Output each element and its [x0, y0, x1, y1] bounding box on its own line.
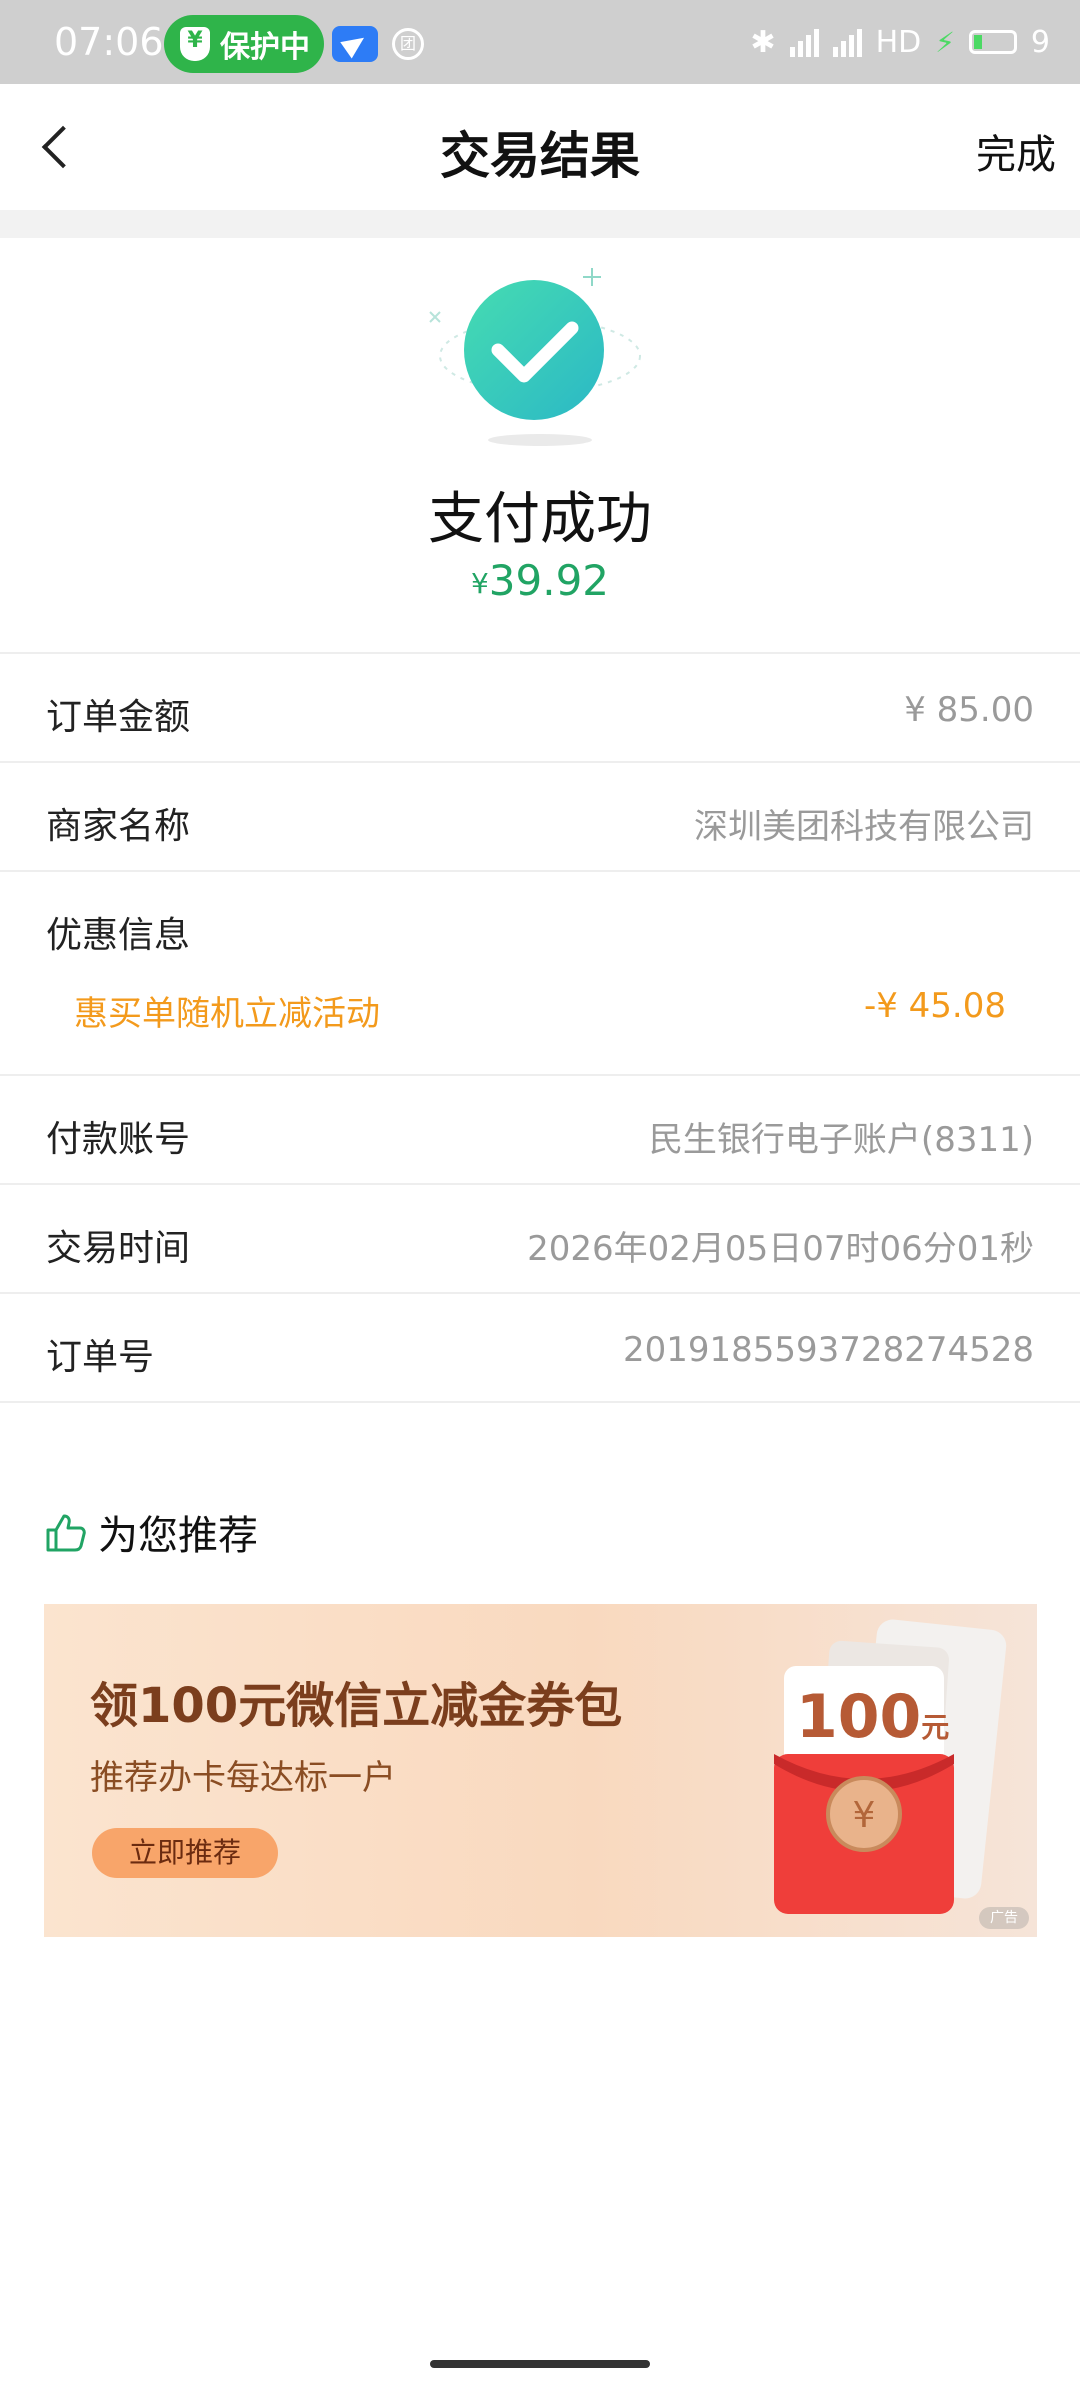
detail-row-account: 付款账号 民生银行电子账户(8311) — [0, 1074, 1080, 1183]
detail-row-order-number: 订单号 2019185593728274528 — [0, 1292, 1080, 1401]
promotion-discount: -¥ 45.08 — [863, 986, 1006, 1026]
recommend-header: 为您推荐 — [44, 1504, 258, 1560]
section-divider — [0, 210, 1080, 238]
detail-value: 民生银行电子账户(8311) — [648, 1120, 1034, 1160]
detail-value: 2026年02月05日07时06分01秒 — [527, 1229, 1034, 1269]
done-button[interactable]: 完成 — [976, 122, 1056, 180]
detail-value: 深圳美团科技有限公司 — [694, 807, 1034, 847]
thumbs-up-icon — [46, 1514, 86, 1552]
amount-value: 39.92 — [488, 556, 610, 605]
status-indicators: ✱ HD ⚡ 9 — [750, 22, 1050, 62]
detail-value: ¥ 85.00 — [904, 690, 1034, 730]
success-check-icon — [429, 268, 641, 446]
detail-label: 订单金额 — [46, 697, 191, 738]
payment-status: 支付成功 — [428, 487, 652, 552]
red-envelope-icon: ¥ — [774, 1619, 1007, 1914]
detail-label: 优惠信息 — [46, 915, 191, 956]
row-divider — [0, 1401, 1080, 1403]
shield-icon — [180, 27, 210, 61]
detail-label: 商家名称 — [46, 806, 191, 847]
payment-amount: ¥39.92 — [0, 556, 1080, 605]
detail-label: 订单号 — [46, 1337, 155, 1378]
card-unit: 元 — [921, 1711, 950, 1744]
battery-icon — [968, 30, 1017, 54]
signal-icon — [789, 27, 819, 57]
detail-row-time: 交易时间 2026年02月05日07时06分01秒 — [0, 1183, 1080, 1292]
banner-subtitle: 推荐办卡每达标一户 — [90, 1758, 396, 1798]
home-indicator[interactable] — [430, 2360, 650, 2368]
status-time: 07:06 — [54, 20, 164, 64]
top-nav-bar: 交易结果 完成 — [0, 84, 1080, 210]
promo-banner[interactable]: 领100元微信立减金券包 推荐办卡每达标一户 立即推荐 ¥ 100元 广告 — [44, 1604, 1037, 1937]
meituan-icon: 团 — [392, 28, 424, 60]
detail-row-promotion: 优惠信息 惠买单随机立减活动 -¥ 45.08 — [0, 870, 1080, 1074]
card-value-label: 100元 — [796, 1682, 949, 1752]
protection-badge[interactable]: 保护中 — [164, 15, 324, 73]
ad-label: 广告 — [979, 1907, 1029, 1929]
promotion-name: 惠买单随机立减活动 — [74, 994, 380, 1034]
payment-result-page: 07:06 保护中 团 ✱ HD ⚡ 9 交易结果 完成 — [0, 0, 1080, 2400]
signal-icon-2 — [832, 27, 862, 57]
currency-symbol: ¥ — [470, 567, 489, 600]
transaction-details: 订单金额 ¥ 85.00 商家名称 深圳美团科技有限公司 优惠信息 惠买单随机立… — [0, 652, 1080, 1403]
page-title: 交易结果 — [440, 127, 640, 185]
detail-row-order-amount: 订单金额 ¥ 85.00 — [0, 652, 1080, 761]
detail-label: 交易时间 — [46, 1228, 191, 1269]
recommend-title: 为您推荐 — [98, 1513, 258, 1559]
detail-value: 2019185593728274528 — [622, 1330, 1034, 1370]
recommend-now-button[interactable]: 立即推荐 — [92, 1828, 278, 1878]
navigation-icon — [332, 26, 378, 62]
bluetooth-icon: ✱ — [750, 24, 776, 60]
charging-icon: ⚡ — [935, 25, 955, 59]
detail-row-merchant: 商家名称 深圳美团科技有限公司 — [0, 761, 1080, 870]
banner-title: 领100元微信立减金券包 — [90, 1678, 623, 1734]
detail-label: 付款账号 — [46, 1119, 191, 1160]
network-type: HD — [875, 24, 922, 60]
battery-level: 9 — [1030, 24, 1050, 60]
protection-label: 保护中 — [220, 30, 310, 65]
status-bar: 07:06 保护中 团 ✱ HD ⚡ 9 — [0, 0, 1080, 84]
card-value: 100 — [796, 1682, 922, 1752]
svg-text:¥: ¥ — [853, 1795, 876, 1836]
